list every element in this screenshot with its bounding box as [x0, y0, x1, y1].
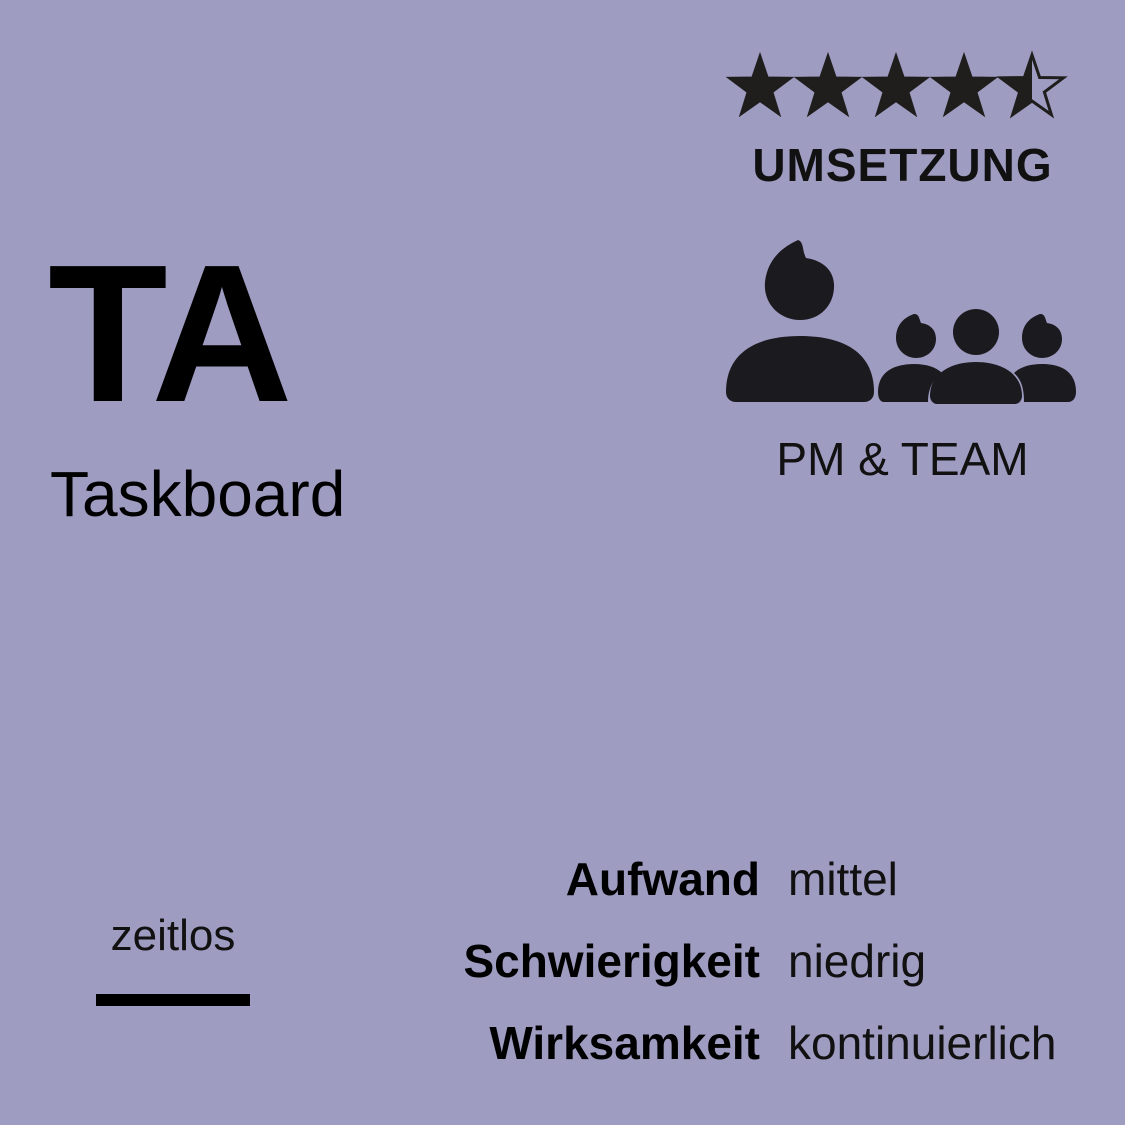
- card-abbreviation: TA: [48, 224, 293, 443]
- star-full-icon: [725, 51, 795, 118]
- metric-row-effectiveness: Wirksamkeit kontinuierlich: [380, 1020, 1100, 1102]
- metric-value: kontinuierlich: [788, 1017, 1057, 1069]
- rating-stars: [720, 48, 1080, 128]
- star-full-icon: [929, 51, 999, 118]
- metric-key: Wirksamkeit: [489, 1017, 760, 1069]
- metric-value: niedrig: [788, 935, 927, 987]
- metrics-list: Aufwand mittel Schwierigkeit niedrig Wir…: [380, 856, 1100, 1102]
- metric-row-effort: Aufwand mittel: [380, 856, 1100, 938]
- star-full-icon: [861, 51, 931, 118]
- metric-value: mittel: [788, 853, 898, 905]
- metric-key: Aufwand: [565, 853, 760, 905]
- method-card: TA Taskboard UMSETZUNG PM & TEAM zeitlos…: [0, 0, 1125, 1125]
- card-title: Taskboard: [50, 458, 346, 530]
- rating-label: UMSETZUNG: [752, 139, 1053, 191]
- star-rating-icon: [725, 50, 1068, 119]
- timeframe-label: zeitlos: [110, 911, 236, 960]
- metric-row-difficulty: Schwierigkeit niedrig: [380, 938, 1100, 1020]
- timeframe-underline: [96, 994, 250, 1006]
- team-label: PM & TEAM: [776, 433, 1029, 485]
- metric-key: Schwierigkeit: [463, 935, 760, 987]
- people-group-icon: [718, 232, 1083, 412]
- star-full-icon: [793, 51, 863, 118]
